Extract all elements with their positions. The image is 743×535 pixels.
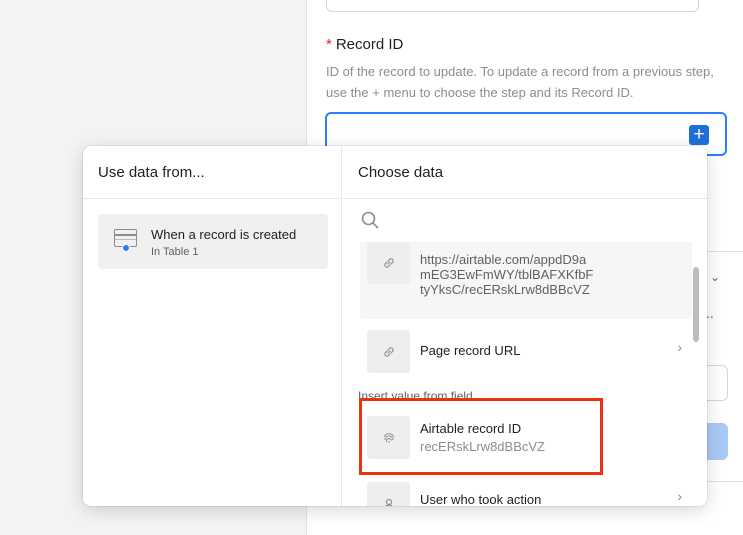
panel-divider [706, 251, 743, 252]
record-id-label: * Record ID [326, 36, 403, 53]
search-input[interactable] [343, 200, 707, 242]
record-url-value: https://airtable.com/appdD9amEG3EwFmWY/t… [420, 252, 594, 297]
previous-field-input[interactable] [326, 0, 699, 12]
trigger-badge-icon [122, 244, 130, 252]
chevron-right-icon[interactable]: › [677, 339, 682, 355]
partial-input[interactable] [706, 365, 728, 401]
panel-divider [706, 481, 743, 482]
link-icon [367, 330, 410, 373]
user-icon [367, 482, 410, 506]
insert-data-plus-button[interactable]: + [689, 125, 709, 145]
record-id-label-text: Record ID [335, 36, 404, 53]
required-marker: * [326, 36, 332, 53]
source-item-subtitle: In Table 1 [151, 246, 199, 258]
record-id-description: ID of the record to update. To update a … [326, 64, 714, 100]
chevron-down-icon[interactable]: ⌄ [710, 270, 720, 284]
source-column: Use data from... When a record is create… [83, 146, 342, 506]
user-who-took-action-label: User who took action [420, 492, 542, 506]
chevron-right-icon[interactable]: › [677, 488, 682, 504]
list-item-user-who-took-action[interactable]: User who took action › [360, 478, 692, 506]
search-icon [361, 211, 379, 229]
use-data-from-header: Use data from... [83, 146, 341, 199]
source-item-title: When a record is created [151, 227, 297, 242]
scrollbar[interactable] [693, 267, 699, 342]
highlight-box [359, 398, 603, 475]
truncated-text: .. [706, 305, 714, 321]
source-item-record-created[interactable]: When a record is created In Table 1 [98, 214, 328, 269]
list-item-page-record-url[interactable]: Page record URL › [360, 327, 692, 377]
choose-data-header: Choose data [343, 146, 707, 199]
link-icon [367, 241, 410, 284]
partial-button[interactable] [706, 423, 728, 460]
page-record-url-label: Page record URL [420, 343, 521, 358]
